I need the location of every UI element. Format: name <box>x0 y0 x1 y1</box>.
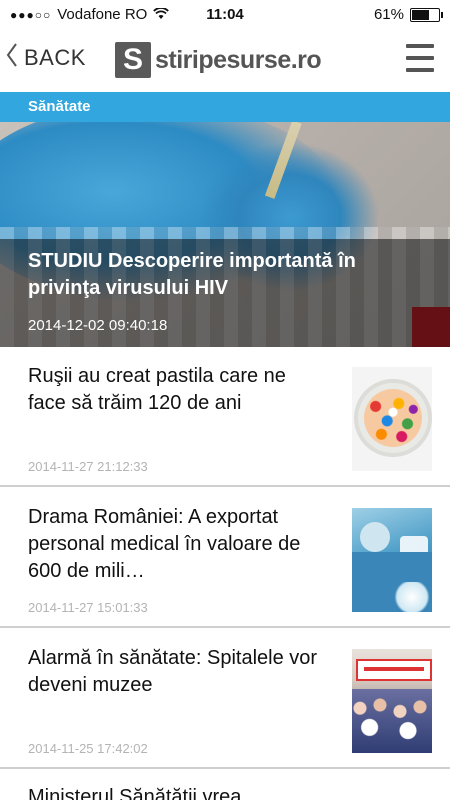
status-bar: ●●●○○ Vodafone RO 11:04 61% <box>0 0 450 30</box>
category-header: Sănătate <box>0 92 450 122</box>
menu-line <box>406 56 434 60</box>
back-button[interactable]: BACK <box>6 42 86 74</box>
hamburger-menu-icon[interactable] <box>406 44 434 72</box>
logo-mark: S <box>115 42 151 78</box>
list-item[interactable]: Ruşii au creat pastila care ne face să t… <box>0 347 450 487</box>
article-date: 2014-11-27 21:12:33 <box>28 459 148 474</box>
article-title: Alarmă în sănătate: Spitalele vor deveni… <box>28 647 318 696</box>
battery-percent: 61% <box>373 6 404 23</box>
article-title: Drama României: A exportat personal medi… <box>28 506 301 582</box>
protest-banner-shape <box>356 659 432 681</box>
list-item[interactable]: Alarmă în sănătate: Spitalele vor deveni… <box>0 629 450 769</box>
site-logo[interactable]: S stiripesurse.ro <box>115 42 322 78</box>
pills-shape <box>364 389 422 447</box>
menu-line <box>406 68 434 72</box>
list-item[interactable]: Drama României: A exportat personal medi… <box>0 488 450 628</box>
nav-bar: BACK S stiripesurse.ro <box>0 30 450 92</box>
featured-title: STUDIU Descoperire importantă în privinţ… <box>28 250 356 299</box>
surgeon-head-shape <box>360 522 390 552</box>
menu-line <box>406 44 434 48</box>
article-date: 2014-11-27 15:01:33 <box>28 600 148 615</box>
battery-icon <box>410 7 443 22</box>
article-title: Ruşii au creat pastila care ne face să t… <box>28 365 286 414</box>
logo-text: stiripesurse.ro <box>155 45 322 74</box>
back-label: BACK <box>24 45 86 70</box>
surgery-image <box>352 508 432 612</box>
featured-date: 2014-12-02 09:40:18 <box>28 317 168 334</box>
protest-image <box>352 649 432 753</box>
featured-article[interactable]: STUDIU Descoperire importantă în privinţ… <box>0 122 450 347</box>
surgery-light-shape <box>392 582 432 612</box>
crowd-shape <box>352 689 432 753</box>
article-date: 2014-11-25 17:42:02 <box>28 741 148 756</box>
battery-fill <box>412 9 430 20</box>
pills-image <box>352 367 432 471</box>
article-title: Ministerul Sănătăţii vrea... <box>28 786 259 800</box>
list-item[interactable]: Ministerul Sănătăţii vrea... <box>0 770 450 800</box>
battery-info: 61% <box>373 6 443 23</box>
chevron-left-icon <box>6 42 18 74</box>
